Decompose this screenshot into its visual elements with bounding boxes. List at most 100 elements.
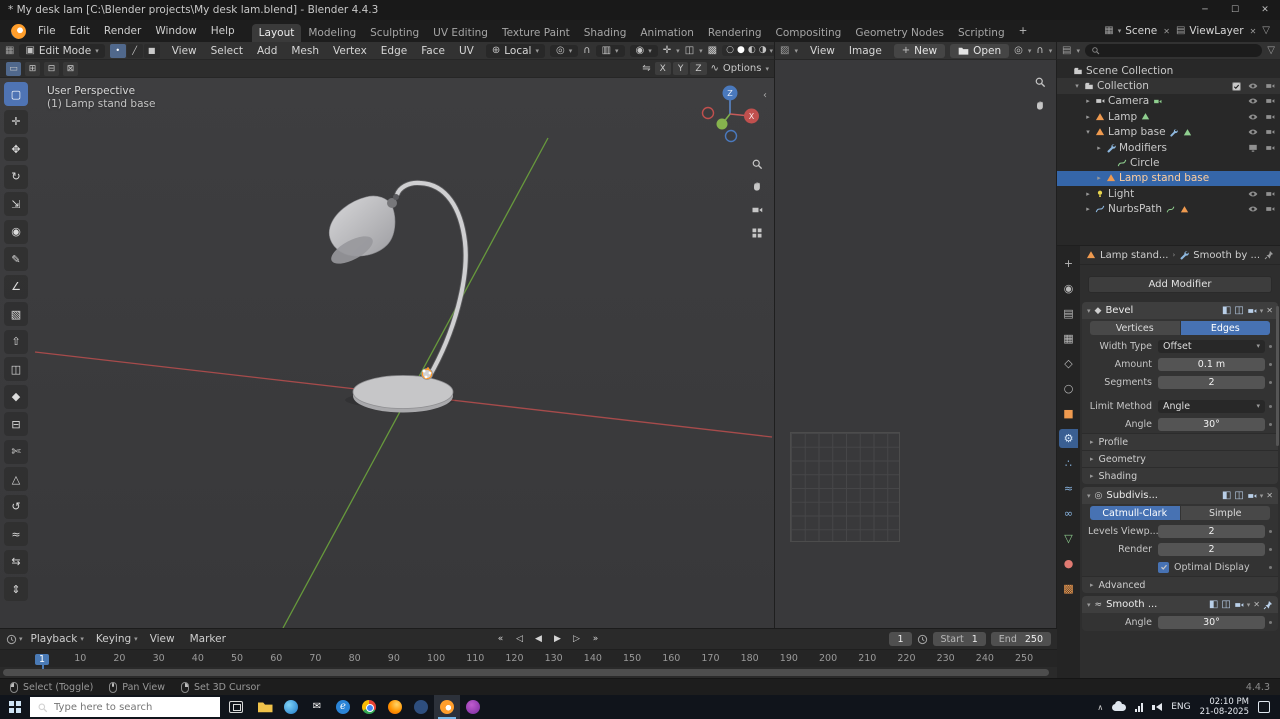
expander-icon[interactable]: ▸ bbox=[1094, 174, 1104, 182]
mirror-axis-button[interactable]: X bbox=[654, 62, 671, 75]
disable-in-render-icon[interactable] bbox=[1265, 112, 1275, 122]
chrome-app[interactable] bbox=[356, 695, 382, 719]
disable-in-render-icon[interactable] bbox=[1265, 127, 1275, 137]
vertex-select-button[interactable]: • bbox=[109, 43, 126, 58]
tab-scripting[interactable]: Scripting bbox=[951, 24, 1012, 42]
view-layer-selector[interactable]: ViewLayer bbox=[1189, 25, 1243, 37]
outliner-row[interactable]: Circle bbox=[1057, 155, 1280, 170]
optimal-display-checkbox[interactable] bbox=[1158, 561, 1169, 573]
ortho-grid-icon[interactable] bbox=[747, 223, 766, 242]
remove-modifier-icon[interactable]: ✕ bbox=[1266, 306, 1273, 315]
jump-to-end-button[interactable]: » bbox=[588, 631, 603, 646]
pan-hand-icon[interactable] bbox=[1030, 96, 1049, 115]
animate-dot[interactable] bbox=[1269, 547, 1272, 551]
timeline-menu-item[interactable]: Playback ▾ bbox=[25, 631, 90, 647]
current-frame-field[interactable]: 1 bbox=[889, 632, 912, 646]
properties-tab[interactable]: ◉ bbox=[1059, 279, 1078, 298]
tool-button[interactable]: ✎ bbox=[4, 247, 28, 271]
chevron-down-icon[interactable]: ▾ bbox=[1076, 47, 1080, 55]
mirror-icon[interactable]: ⇋ bbox=[642, 63, 650, 74]
pin-icon[interactable] bbox=[1264, 250, 1274, 260]
blender-app[interactable] bbox=[434, 695, 460, 719]
frame-tick[interactable]: 70 bbox=[309, 653, 321, 664]
mail-app[interactable]: ✉ bbox=[304, 695, 330, 719]
edge-app[interactable] bbox=[278, 695, 304, 719]
frame-tick[interactable]: 60 bbox=[270, 653, 282, 664]
tool-button[interactable]: ✛ bbox=[4, 109, 28, 134]
taskbar-clock[interactable]: 02:10 PM 21-08-2025 bbox=[1200, 697, 1249, 717]
browse-scene-icon[interactable]: ▦ bbox=[1104, 26, 1113, 36]
mirror-axis-button[interactable]: Y bbox=[672, 62, 689, 75]
outliner-row[interactable]: ▸ Lamp stand base bbox=[1057, 170, 1280, 187]
start-button[interactable] bbox=[0, 695, 30, 719]
properties-tab[interactable]: ■ bbox=[1059, 404, 1078, 423]
cloud-icon[interactable] bbox=[1112, 700, 1127, 711]
taskbar-search[interactable] bbox=[30, 697, 220, 717]
tool-button[interactable]: ≈ bbox=[4, 522, 28, 546]
tool-button[interactable]: ↺ bbox=[4, 494, 28, 519]
select-mode-new-icon[interactable]: ▭ bbox=[6, 61, 21, 76]
properties-tab[interactable]: ⚙ bbox=[1059, 429, 1078, 448]
viewport-menu-item[interactable]: Face bbox=[414, 43, 452, 59]
tool-button[interactable]: ✄ bbox=[4, 439, 28, 464]
render-display-icon[interactable] bbox=[1234, 600, 1244, 610]
new-image-button[interactable]: + New bbox=[893, 43, 946, 58]
properties-tab[interactable]: + bbox=[1059, 254, 1078, 273]
expander-icon[interactable]: ▾ bbox=[1072, 82, 1082, 90]
tool-button[interactable]: ◆ bbox=[4, 384, 28, 409]
overlays-toggle-icon[interactable]: ◫ bbox=[685, 45, 694, 56]
prev-keyframe-button[interactable]: ◁ bbox=[512, 631, 527, 646]
editor-type-icon[interactable] bbox=[6, 634, 17, 645]
tool-button[interactable]: ✥ bbox=[4, 137, 28, 161]
collection-checkbox[interactable] bbox=[1232, 81, 1241, 91]
browser-app[interactable]: e bbox=[330, 695, 356, 719]
editor-type-icon[interactable]: ▤ bbox=[1062, 45, 1071, 56]
remove-modifier-icon[interactable]: ✕ bbox=[1266, 491, 1273, 500]
xray-toggle-icon[interactable]: ▩ bbox=[708, 45, 717, 56]
editor-type-icon[interactable]: ▨ bbox=[780, 45, 789, 56]
tool-button[interactable]: ↻ bbox=[4, 164, 28, 189]
filter-icon[interactable]: ▽ bbox=[1267, 45, 1275, 56]
modifier-name[interactable]: Smooth ... bbox=[1106, 599, 1157, 610]
mode-selector[interactable]: ▣ Edit Mode ▾ bbox=[19, 43, 105, 58]
expander-icon[interactable]: ▾ bbox=[1083, 128, 1093, 136]
pivot-point-selector[interactable]: ◎ ▾ bbox=[549, 44, 579, 57]
realtime-display-icon[interactable]: ◫ bbox=[1234, 490, 1243, 501]
limit-method-dropdown[interactable]: Angle ▾ bbox=[1158, 399, 1265, 413]
frame-tick[interactable]: 80 bbox=[349, 653, 361, 664]
app-9[interactable] bbox=[460, 695, 486, 719]
frame-tick[interactable]: 180 bbox=[741, 653, 759, 664]
edit-mode-display-icon[interactable]: ◧ bbox=[1209, 599, 1218, 610]
animate-dot[interactable] bbox=[1269, 380, 1272, 384]
start-frame-field[interactable]: Start 1 bbox=[932, 632, 986, 646]
properties-tab[interactable]: ▤ bbox=[1059, 304, 1078, 323]
network-icon[interactable] bbox=[1135, 702, 1144, 712]
tab-geometry-nodes[interactable]: Geometry Nodes bbox=[848, 24, 951, 42]
modifier-name[interactable]: Bevel bbox=[1105, 305, 1133, 316]
image-editor-menu-item[interactable]: View bbox=[803, 43, 842, 59]
frame-tick[interactable]: 10 bbox=[74, 653, 86, 664]
expand-icon[interactable]: ▾ bbox=[1087, 601, 1091, 609]
outliner-row[interactable]: Scene Collection bbox=[1057, 63, 1280, 78]
hide-in-viewport-icon[interactable] bbox=[1248, 204, 1258, 214]
play-button[interactable]: ▶ bbox=[550, 631, 565, 646]
properties-tab[interactable]: ▩ bbox=[1059, 579, 1078, 598]
modifier-name[interactable]: Subdivis... bbox=[1106, 490, 1158, 501]
frame-tick[interactable]: 130 bbox=[545, 653, 563, 664]
camera-view-icon[interactable] bbox=[747, 200, 766, 219]
face-select-button[interactable]: ■ bbox=[143, 43, 160, 58]
zoom-icon[interactable] bbox=[747, 154, 766, 173]
extras-menu-icon[interactable]: ▾ bbox=[1260, 492, 1264, 500]
filter-icon[interactable]: ▽ bbox=[1262, 26, 1270, 36]
options-dropdown[interactable]: Options bbox=[723, 63, 762, 74]
notification-center-icon[interactable] bbox=[1258, 701, 1270, 713]
animate-dot[interactable] bbox=[1269, 529, 1272, 533]
properties-tab[interactable]: ○ bbox=[1059, 379, 1078, 398]
pin-icon[interactable] bbox=[1263, 600, 1273, 610]
render-display-icon[interactable] bbox=[1247, 306, 1257, 316]
chevron-down-icon[interactable]: ▾ bbox=[19, 635, 23, 643]
outliner-row[interactable]: ▸ NurbsPath bbox=[1057, 202, 1280, 217]
properties-tab[interactable]: ▦ bbox=[1059, 329, 1078, 348]
smooth-panel-header[interactable]: ▾ ≈ Smooth ... ◧ ◫ ▾ ✕ bbox=[1082, 596, 1278, 613]
frame-tick[interactable]: 1 bbox=[35, 654, 50, 673]
